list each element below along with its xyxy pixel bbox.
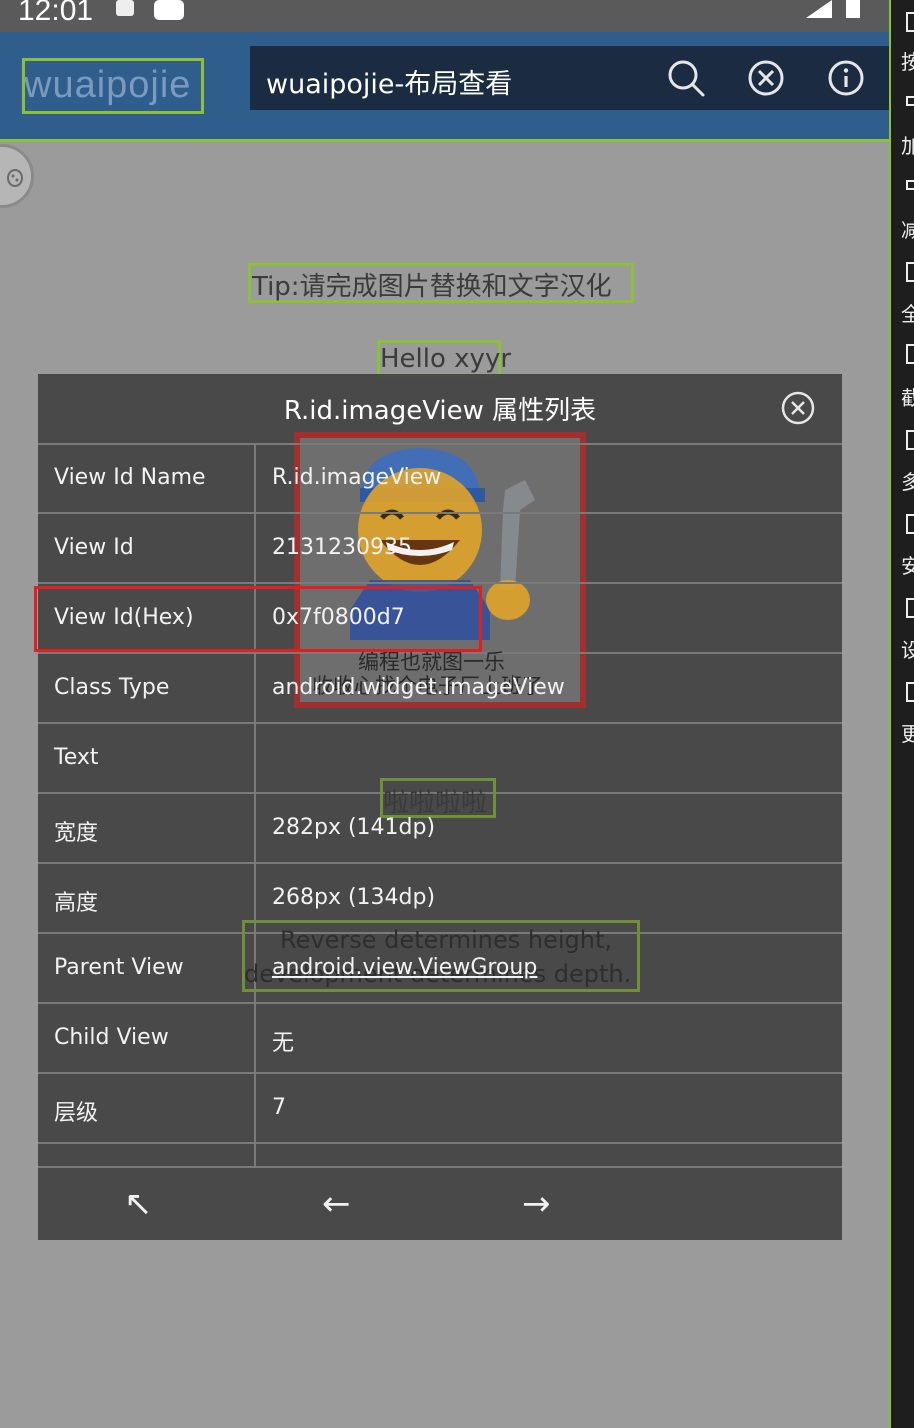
- row-label: Parent View: [54, 955, 184, 980]
- row-divider: [38, 722, 842, 724]
- tool-label[interactable]: 按: [901, 46, 914, 75]
- row-label: Class Type: [54, 675, 170, 700]
- lala-text: 啦啦啦啦: [383, 788, 488, 818]
- status-time: 12:01: [18, 0, 94, 27]
- row-divider: [38, 862, 842, 864]
- row-label: View Id: [54, 535, 134, 560]
- row-divider: [38, 443, 842, 445]
- nav-back-button[interactable]: ←: [322, 1184, 351, 1224]
- parent-view-link[interactable]: android.view.ViewGroup: [272, 955, 537, 980]
- tool-label[interactable]: 减: [901, 214, 914, 243]
- tool-icon[interactable]: [906, 96, 914, 106]
- row-divider: [38, 1002, 842, 1004]
- row-label: 层级: [54, 1101, 99, 1126]
- tool-icon[interactable]: [906, 430, 914, 450]
- row-divider: [38, 1142, 842, 1144]
- row-value: 282px (141dp): [272, 815, 436, 840]
- row-label: 宽度: [54, 821, 99, 846]
- tool-icon[interactable]: [906, 180, 914, 190]
- tool-icon[interactable]: [906, 262, 914, 282]
- tool-icon[interactable]: [906, 344, 914, 364]
- row-value: 7: [272, 1095, 286, 1120]
- search-icon[interactable]: [666, 58, 706, 98]
- dialog-title: R.id.imageView 属性列表: [283, 396, 597, 426]
- tool-label[interactable]: 截: [901, 382, 914, 411]
- quote-line1: Reverse determines height,: [280, 926, 613, 954]
- nav-up-button[interactable]: ↖: [124, 1184, 153, 1224]
- row-divider: [38, 582, 842, 584]
- tool-label[interactable]: 设: [901, 634, 914, 663]
- tool-icon[interactable]: [906, 12, 914, 32]
- notification-square-icon: [154, 0, 184, 20]
- brand-logo: wuaipojie: [24, 64, 192, 106]
- tool-icon[interactable]: [906, 514, 914, 534]
- battery-icon: [846, 0, 860, 18]
- selected-row-highlight: [34, 586, 482, 652]
- tool-label[interactable]: 安: [901, 550, 914, 579]
- tool-label[interactable]: 加: [901, 130, 914, 159]
- info-icon[interactable]: [826, 58, 866, 98]
- notification-icon: [116, 0, 134, 16]
- tool-icon[interactable]: [906, 682, 914, 702]
- close-circle-icon[interactable]: [746, 58, 786, 98]
- tool-label[interactable]: 多: [901, 466, 914, 495]
- dialog-close-icon[interactable]: [780, 390, 816, 426]
- row-value: R.id.imageView: [272, 465, 442, 490]
- hello-text: Hello xyyr: [380, 344, 512, 374]
- signal-icon: [806, 0, 832, 18]
- row-label: 高度: [54, 891, 99, 916]
- row-value: 2131230935: [272, 535, 412, 560]
- row-label: Child View: [54, 1025, 169, 1050]
- tool-icon[interactable]: [906, 598, 914, 618]
- row-divider: [38, 512, 842, 514]
- tip-text: Tip:请完成图片替换和文字汉化: [252, 272, 612, 302]
- tool-label[interactable]: 全: [901, 298, 914, 327]
- bug-icon[interactable]: [0, 144, 34, 208]
- row-value: 268px (134dp): [272, 885, 436, 910]
- row-divider: [38, 1072, 842, 1074]
- row-label: View Id Name: [54, 465, 206, 490]
- row-value: android.widget.ImageView: [272, 675, 565, 700]
- row-label: Text: [54, 745, 99, 770]
- row-divider: [38, 1166, 842, 1168]
- status-bar: 12:01: [0, 0, 890, 32]
- nav-forward-button[interactable]: →: [522, 1184, 551, 1224]
- tool-label[interactable]: 更: [901, 718, 914, 747]
- column-divider: [254, 443, 256, 1166]
- search-title: wuaipojie-布局查看: [266, 69, 513, 100]
- row-value: 无: [272, 1031, 295, 1056]
